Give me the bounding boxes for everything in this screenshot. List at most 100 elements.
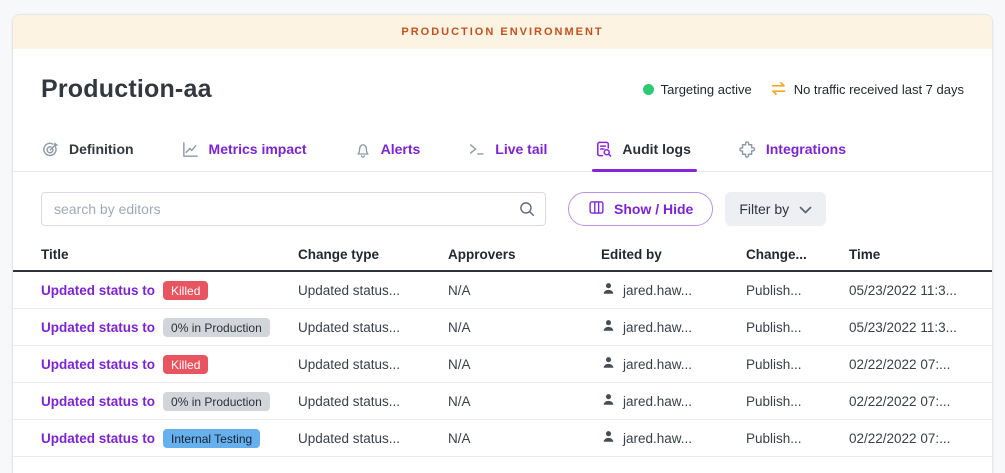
status-badge: 0% in Production xyxy=(163,392,270,411)
edited-by-value: jared.haw... xyxy=(623,283,692,298)
environment-card: PRODUCTION ENVIRONMENT Production-aa Tar… xyxy=(12,14,993,473)
tab-live-tail[interactable]: Live tail xyxy=(467,130,547,171)
time-cell: 02/22/2022 07:... xyxy=(849,431,964,446)
edited-by-cell: jared.haw... xyxy=(601,281,746,299)
tab-definition[interactable]: Definition xyxy=(41,130,134,171)
title-cell: Updated status to Killed xyxy=(41,281,298,300)
environment-banner: PRODUCTION ENVIRONMENT xyxy=(13,15,992,49)
user-icon xyxy=(601,281,616,299)
columns-icon xyxy=(588,199,605,219)
target-icon xyxy=(41,140,60,159)
toolbar: Show / Hide Filter by xyxy=(13,192,992,226)
audit-log-table: Title Change type Approvers Edited by Ch… xyxy=(13,239,992,457)
tab-audit-logs-label: Audit logs xyxy=(622,141,690,157)
edited-by-value: jared.haw... xyxy=(623,357,692,372)
tab-integrations[interactable]: Integrations xyxy=(738,130,846,171)
time-cell: 05/23/2022 11:3... xyxy=(849,320,964,335)
approvers-cell: N/A xyxy=(448,394,601,409)
page-header: Production-aa Targeting active No traffi… xyxy=(13,49,992,104)
tab-definition-label: Definition xyxy=(69,141,134,157)
approvers-cell: N/A xyxy=(448,320,601,335)
time-cell: 02/22/2022 07:... xyxy=(849,394,964,409)
column-header-edited-by: Edited by xyxy=(601,247,746,262)
title-cell: Updated status to 0% in Production xyxy=(41,318,298,337)
change-cell: Publish... xyxy=(746,283,849,298)
status-badge: Killed xyxy=(163,355,208,374)
search-icon xyxy=(518,200,536,223)
column-header-approvers: Approvers xyxy=(448,247,601,262)
change-cell: Publish... xyxy=(746,394,849,409)
terminal-icon xyxy=(467,140,486,158)
edited-by-value: jared.haw... xyxy=(623,431,692,446)
targeting-status: Targeting active xyxy=(643,82,752,97)
show-hide-label: Show / Hide xyxy=(614,201,693,217)
title-cell: Updated status to Killed xyxy=(41,355,298,374)
user-icon xyxy=(601,429,616,447)
table-header-row: Title Change type Approvers Edited by Ch… xyxy=(13,239,992,272)
table-row[interactable]: Updated status to 0% in Production Updat… xyxy=(13,383,992,420)
change-type-cell: Updated status... xyxy=(298,357,448,372)
user-icon xyxy=(601,318,616,336)
bell-icon xyxy=(354,140,372,159)
column-header-title: Title xyxy=(41,247,298,262)
change-type-cell: Updated status... xyxy=(298,283,448,298)
table-body: Updated status to Killed Updated status.… xyxy=(13,272,992,457)
time-cell: 02/22/2022 07:... xyxy=(849,357,964,372)
search-input[interactable] xyxy=(41,192,546,226)
tab-live-tail-label: Live tail xyxy=(495,141,547,157)
time-cell: 05/23/2022 11:3... xyxy=(849,283,964,298)
page-title: Production-aa xyxy=(41,75,212,104)
column-header-change: Change... xyxy=(746,247,849,262)
table-row[interactable]: Updated status to Killed Updated status.… xyxy=(13,272,992,309)
user-icon xyxy=(601,355,616,373)
table-row[interactable]: Updated status to Killed Updated status.… xyxy=(13,346,992,383)
column-header-time: Time xyxy=(849,247,964,262)
status-badge: Killed xyxy=(163,281,208,300)
column-header-change-type: Change type xyxy=(298,247,448,262)
chevron-down-icon xyxy=(799,201,812,217)
edited-by-value: jared.haw... xyxy=(623,320,692,335)
table-row[interactable]: Updated status to 0% in Production Updat… xyxy=(13,309,992,346)
tab-metrics-impact-label: Metrics impact xyxy=(209,141,307,157)
edited-by-value: jared.haw... xyxy=(623,394,692,409)
traffic-status: No traffic received last 7 days xyxy=(770,81,964,99)
filter-by-button[interactable]: Filter by xyxy=(725,192,826,226)
title-link[interactable]: Updated status to xyxy=(41,283,155,298)
edited-by-cell: jared.haw... xyxy=(601,318,746,336)
change-type-cell: Updated status... xyxy=(298,320,448,335)
table-row[interactable]: Updated status to Internal Testing Updat… xyxy=(13,420,992,457)
title-cell: Updated status to Internal Testing xyxy=(41,429,298,448)
tab-audit-logs[interactable]: Audit logs xyxy=(594,130,690,171)
edited-by-cell: jared.haw... xyxy=(601,355,746,373)
green-dot-icon xyxy=(643,84,654,95)
environment-banner-label: PRODUCTION ENVIRONMENT xyxy=(401,26,603,38)
targeting-status-label: Targeting active xyxy=(661,82,752,97)
change-type-cell: Updated status... xyxy=(298,394,448,409)
change-cell: Publish... xyxy=(746,357,849,372)
change-cell: Publish... xyxy=(746,431,849,446)
tab-integrations-label: Integrations xyxy=(766,141,846,157)
approvers-cell: N/A xyxy=(448,431,601,446)
line-chart-icon xyxy=(181,140,200,159)
approvers-cell: N/A xyxy=(448,283,601,298)
tab-bar: Definition Metrics impact Alerts xyxy=(13,130,992,172)
tab-alerts[interactable]: Alerts xyxy=(354,130,421,171)
approvers-cell: N/A xyxy=(448,357,601,372)
puzzle-icon xyxy=(738,140,757,159)
status-group: Targeting active No traffic received las… xyxy=(643,81,964,99)
traffic-status-label: No traffic received last 7 days xyxy=(794,82,964,97)
show-hide-button[interactable]: Show / Hide xyxy=(568,192,713,226)
title-link[interactable]: Updated status to xyxy=(41,431,155,446)
title-link[interactable]: Updated status to xyxy=(41,394,155,409)
tab-metrics-impact[interactable]: Metrics impact xyxy=(181,130,307,171)
edited-by-cell: jared.haw... xyxy=(601,392,746,410)
document-search-icon xyxy=(594,139,613,159)
change-cell: Publish... xyxy=(746,320,849,335)
change-type-cell: Updated status... xyxy=(298,431,448,446)
filter-by-label: Filter by xyxy=(739,201,789,217)
swap-arrows-icon xyxy=(770,81,787,99)
title-link[interactable]: Updated status to xyxy=(41,320,155,335)
title-link[interactable]: Updated status to xyxy=(41,357,155,372)
edited-by-cell: jared.haw... xyxy=(601,429,746,447)
status-badge: 0% in Production xyxy=(163,318,270,337)
